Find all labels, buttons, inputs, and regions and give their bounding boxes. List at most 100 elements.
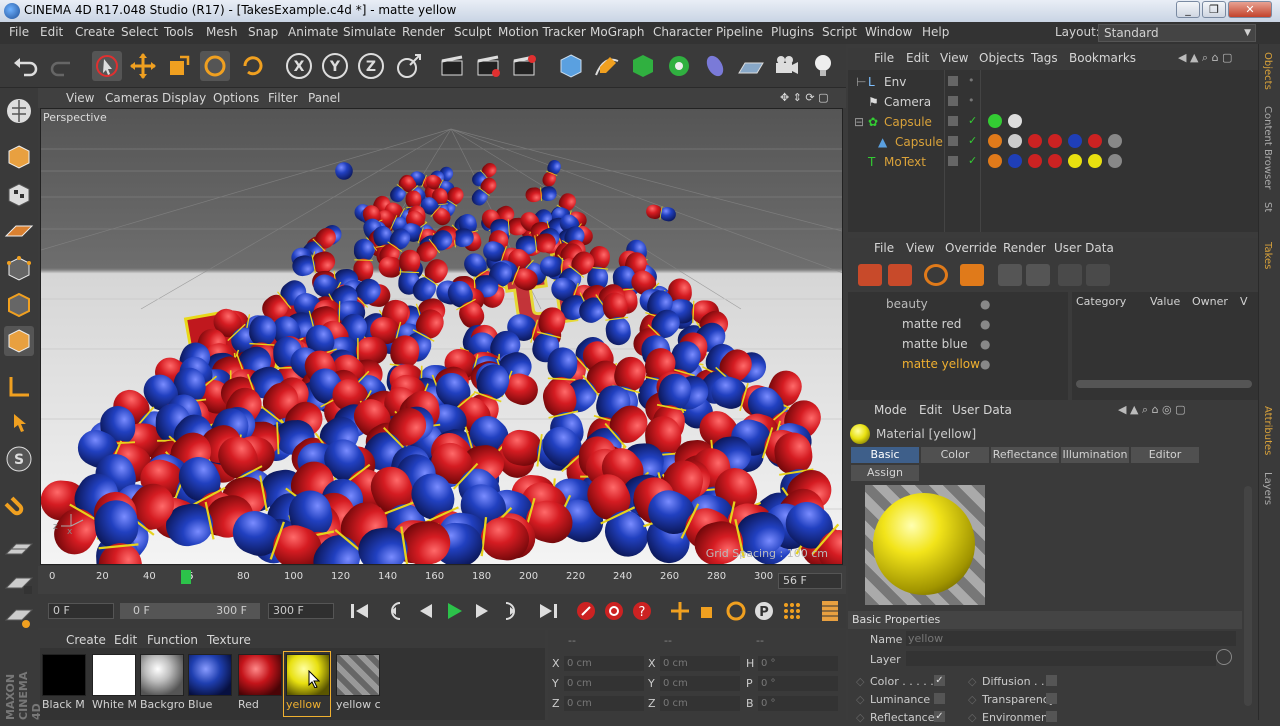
edges-mode-button[interactable] [4,290,34,320]
next-key-icon[interactable] [498,599,522,623]
side-tab-content-browser[interactable]: Content Browser [1262,106,1273,189]
obj-menu-tags[interactable]: Tags [1031,51,1058,65]
material-swatch[interactable]: Blue [186,652,232,716]
take-radio-icon[interactable]: ● [980,337,990,351]
tab-assign[interactable]: Assign [851,465,919,481]
obj-nav-icons[interactable]: ◀ ▲ ⌕ ⌂ ▢ [1178,51,1232,65]
checkbox[interactable] [1046,693,1057,704]
tab-color[interactable]: Color [921,447,989,463]
obj-menu-objects[interactable]: Objects [979,51,1024,65]
material-tag-icon[interactable] [1108,134,1122,148]
menu-motion-tracker[interactable]: Motion Tracker [498,25,586,39]
viewport-menu-panel[interactable]: Panel [308,91,340,105]
object-row[interactable]: ⊢ L Env [848,72,1258,92]
tab-reflectance[interactable]: Reflectance [991,447,1059,463]
obj-menu-view[interactable]: View [940,51,968,65]
position-y-field[interactable]: 0 cm [564,676,644,691]
override-group-icon[interactable] [960,264,984,286]
go-to-end-icon[interactable] [536,599,560,623]
obj-menu-file[interactable]: File [874,51,894,65]
take-menu-render[interactable]: Render [1003,241,1046,255]
material-tag-icon[interactable] [1068,134,1082,148]
menu-window[interactable]: Window [865,25,912,39]
scale-tool-button[interactable] [164,51,194,81]
mat-menu-texture[interactable]: Texture [207,633,251,647]
tab-editor[interactable]: Editor [1131,447,1199,463]
render-settings-button[interactable] [510,51,540,81]
material-swatch-selected[interactable]: yellow [284,652,330,716]
preview-range-slider[interactable]: 0 F300 F [120,603,260,619]
material-swatch[interactable]: Red [236,652,282,716]
light-button[interactable] [808,51,838,81]
material-tag-icon[interactable] [1028,134,1042,148]
undo-button[interactable] [10,51,40,81]
object-row[interactable]: ⚑ Camera [848,92,1258,112]
checkbox[interactable] [1046,711,1057,722]
move-tool-button[interactable] [128,51,158,81]
rotation-h-field[interactable]: 0 ° [758,656,838,671]
material-tag-icon[interactable] [1048,154,1062,168]
polygons-mode-button[interactable] [4,326,34,356]
locked-workplane-button[interactable] [4,568,34,598]
take-row-active[interactable]: matte yellow● [848,354,1068,374]
viewport-menu-filter[interactable]: Filter [268,91,298,105]
tab-basic[interactable]: Basic [851,447,919,463]
enable-check-icon[interactable]: • [968,74,975,87]
render-picture-viewer-button[interactable] [474,51,504,81]
size-y-field[interactable]: 0 cm [660,676,740,691]
menu-simulate[interactable]: Simulate [343,25,396,39]
material-tag-icon[interactable] [988,134,1002,148]
mat-menu-function[interactable]: Function [147,633,198,647]
go-to-start-icon[interactable] [348,599,372,623]
autokeying-icon[interactable] [602,599,626,623]
side-tab-takes[interactable]: Takes [1262,242,1273,269]
tab-illumination[interactable]: Illumination [1061,447,1129,463]
position-z-field[interactable]: 0 cm [564,696,644,711]
z-axis-button[interactable]: Z [356,51,386,81]
key-scale-icon[interactable] [696,599,720,623]
channel-checkbox-row[interactable]: ◇Transparency [968,692,1078,708]
minimize-button[interactable]: _ [1176,1,1200,18]
menu-character[interactable]: Character [653,25,712,39]
material-tag-icon[interactable] [1068,154,1082,168]
material-preview-large[interactable] [865,485,985,605]
channel-checkbox-row[interactable]: ◇Luminance [856,692,966,708]
visibility-toggle-icon[interactable] [948,136,958,146]
menu-sculpt[interactable]: Sculpt [454,25,491,39]
viewport[interactable]: Mi ti z x Perspective Grid Spacing : 100… [40,108,843,565]
column-value[interactable]: Value [1150,295,1180,308]
workplane-mode-button[interactable] [4,216,34,246]
visibility-toggle-icon[interactable] [948,156,958,166]
solo-button[interactable]: S [4,444,34,474]
key-pla-icon[interactable] [780,599,804,623]
points-mode-button[interactable] [4,254,34,284]
spline-pen-button[interactable] [592,51,622,81]
take-row[interactable]: beauty● [848,294,1068,314]
mat-menu-edit[interactable]: Edit [114,633,137,647]
rotation-b-field[interactable]: 0 ° [758,696,838,711]
material-tag-icon[interactable] [1088,154,1102,168]
material-tag-icon[interactable] [988,154,1002,168]
viewport-menu-options[interactable]: Options [213,91,259,105]
material-swatch[interactable]: Black M [40,652,86,716]
attribute-scrollbar[interactable] [1244,486,1252,706]
menu-select[interactable]: Select [121,25,158,39]
make-editable-button[interactable] [4,96,34,126]
obj-menu-edit[interactable]: Edit [906,51,929,65]
y-axis-button[interactable]: Y [320,51,350,81]
take-radio-icon[interactable]: ● [980,297,990,311]
name-input[interactable]: yellow [906,631,1236,646]
checkbox[interactable]: ✓ [934,675,945,686]
floor-button[interactable] [736,51,766,81]
material-tag-icon[interactable] [1008,114,1022,128]
enable-check-icon[interactable]: ✓ [968,154,977,167]
layer-picker-icon[interactable] [1216,649,1232,665]
menu-pipeline[interactable]: Pipeline [716,25,763,39]
clone-take-icon[interactable] [888,264,912,286]
key-position-icon[interactable] [668,599,692,623]
menu-script[interactable]: Script [822,25,857,39]
cloner-button[interactable] [664,51,694,81]
viewport-nav-icons[interactable]: ✥ ⇕ ⟳ ▢ [780,91,829,104]
deformer-button[interactable] [700,51,730,81]
start-frame-field[interactable]: 0 F [48,603,114,619]
